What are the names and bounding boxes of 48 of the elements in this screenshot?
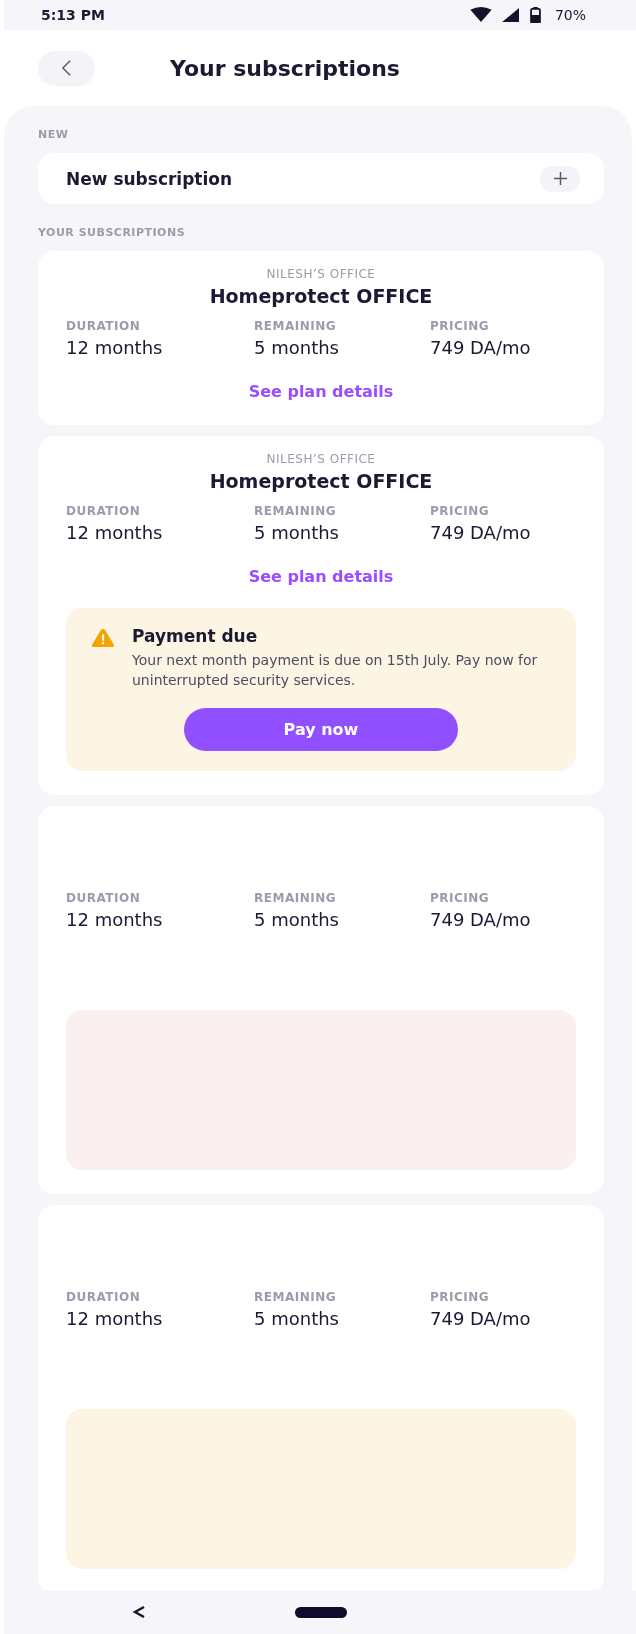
stat-label: REMAINING (254, 891, 338, 905)
stat-label: DURATION (66, 504, 142, 518)
page-title: Your subscriptions (170, 55, 400, 81)
new-subscription-item[interactable]: New subscription (38, 153, 604, 204)
stat-value: 5 months (254, 1308, 340, 1329)
stat-value: 749 DA/mo (430, 909, 532, 930)
stat-value: 749 DA/mo (430, 522, 532, 543)
section-label: NEW (38, 128, 70, 141)
stat-label: PRICING (430, 504, 491, 518)
home-indicator[interactable] (295, 1606, 347, 1618)
stat-value: 749 DA/mo (430, 337, 532, 358)
plan-name: Homeprotect OFFICE (208, 285, 434, 307)
stat-label: REMAINING (254, 319, 338, 333)
stat-value: 12 months (66, 909, 164, 930)
alert-message: Your next month payment is due on 15th July. Pay now for uninterrupted security services. (132, 651, 539, 690)
plus-icon (552, 171, 568, 186)
section-label: YOUR SUBSCRIPTIONS (38, 226, 187, 239)
stat-label: PRICING (430, 319, 491, 333)
warning-icon (90, 628, 116, 648)
wifi-icon (469, 7, 492, 23)
stat-value: 12 months (66, 337, 164, 358)
stat-label: DURATION (66, 319, 142, 333)
stat-label: PRICING (430, 1290, 491, 1304)
new-subscription-label: New subscription (66, 168, 233, 189)
pay-now-button[interactable]: Pay now (184, 708, 458, 751)
stat-value: 5 months (254, 909, 340, 930)
plan-details-link[interactable]: See plan details (248, 567, 394, 586)
stat-label: DURATION (66, 1290, 142, 1304)
stat-label: DURATION (66, 891, 142, 905)
status-time: 5:13 PM (41, 7, 105, 23)
alert-title: Payment due (132, 626, 259, 646)
location-label: NILESH’S OFFICE (265, 452, 377, 466)
chevron-left-icon (61, 59, 72, 77)
stat-value: 749 DA/mo (430, 1308, 532, 1329)
plan-details-link[interactable]: See plan details (248, 382, 394, 401)
location-label: NILESH’S OFFICE (265, 267, 377, 281)
stat-label: PRICING (430, 891, 491, 905)
battery-percent: 70% (554, 7, 586, 23)
add-button[interactable] (540, 165, 580, 192)
stat-value: 12 months (66, 522, 164, 543)
stat-label: REMAINING (254, 1290, 338, 1304)
stat-label: REMAINING (254, 504, 338, 518)
plan-name: Homeprotect OFFICE (208, 470, 434, 492)
battery-icon (529, 7, 541, 23)
stat-value: 5 months (254, 522, 340, 543)
back-icon (132, 1605, 146, 1619)
stat-value: 5 months (254, 337, 340, 358)
stat-value: 12 months (66, 1308, 164, 1329)
